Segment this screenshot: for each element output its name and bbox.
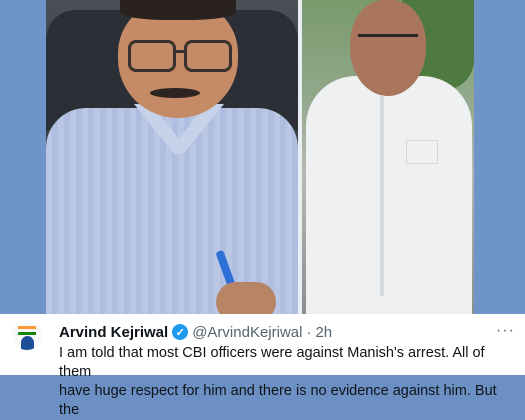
flag-stripe-green bbox=[18, 332, 36, 335]
glasses-right-lens bbox=[184, 40, 232, 72]
tweet-header: Arvind Kejriwal ✓ @ArvindKejriwal · 2h bbox=[59, 322, 332, 342]
handle[interactable]: @ArvindKejriwal bbox=[192, 324, 302, 341]
shirt-pocket bbox=[406, 140, 438, 164]
tweet-text-line-1: I am told that most CBI officers were ag… bbox=[59, 345, 485, 380]
verified-badge-icon: ✓ bbox=[172, 324, 189, 340]
white-shirt bbox=[306, 76, 472, 314]
separator: · bbox=[306, 323, 312, 341]
tweet-card[interactable]: Arvind Kejriwal ✓ @ArvindKejriwal · 2h ·… bbox=[0, 314, 525, 418]
avatar-figure bbox=[21, 336, 34, 350]
avatar-icon[interactable] bbox=[12, 320, 42, 350]
glasses bbox=[358, 34, 418, 51]
hand bbox=[216, 282, 276, 314]
shirt-placket bbox=[380, 96, 384, 296]
timestamp[interactable]: 2h bbox=[315, 324, 332, 341]
tweet-image-right[interactable] bbox=[302, 0, 474, 314]
display-name[interactable]: Arvind Kejriwal bbox=[59, 324, 168, 341]
frame-right bbox=[474, 0, 525, 314]
mustache bbox=[150, 88, 200, 98]
tweet-image-left[interactable] bbox=[46, 0, 298, 314]
more-options-icon[interactable]: ··· bbox=[496, 322, 515, 340]
hair bbox=[120, 0, 236, 20]
glasses-bridge bbox=[173, 50, 184, 53]
tweet-text: I am told that most CBI officers were ag… bbox=[59, 344, 519, 420]
glasses-left-lens bbox=[128, 40, 176, 72]
tweet-text-line-2: have huge respect for him and there is n… bbox=[59, 383, 497, 418]
frame-left bbox=[0, 0, 46, 314]
